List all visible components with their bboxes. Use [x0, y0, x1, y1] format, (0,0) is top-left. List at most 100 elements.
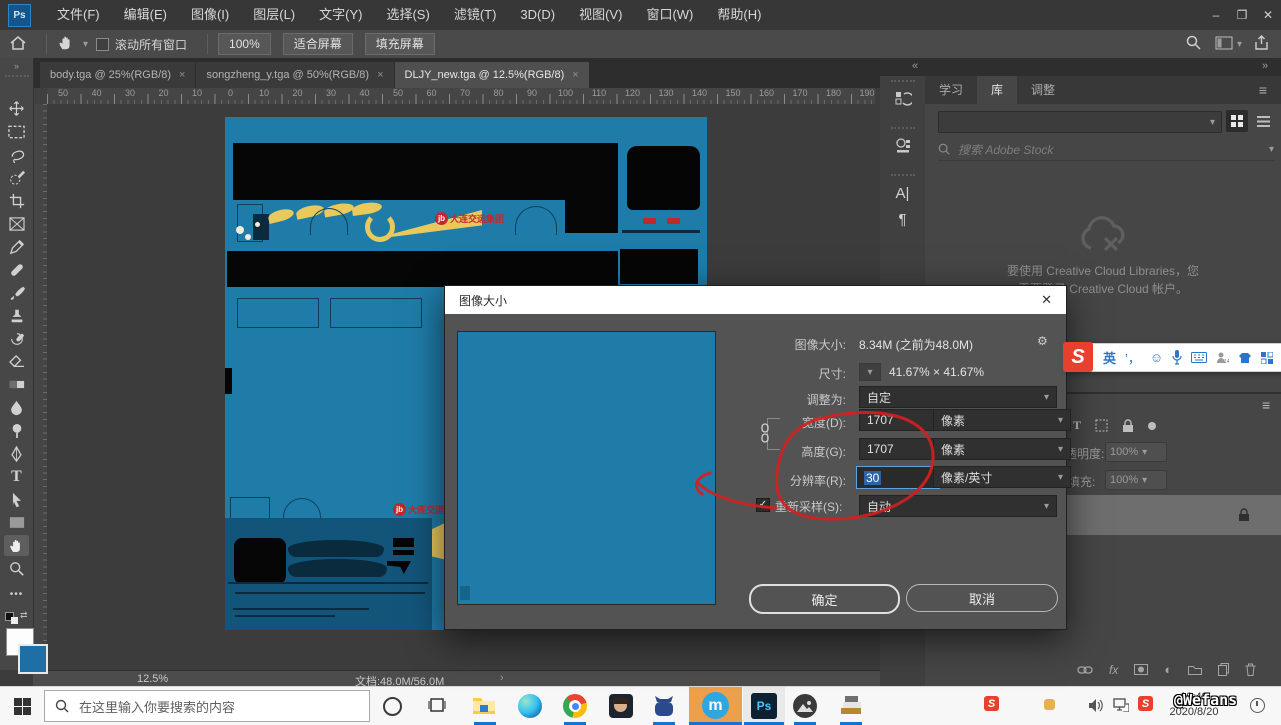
tab-libraries[interactable]: 库 — [977, 76, 1017, 104]
link-layers-icon[interactable] — [1077, 665, 1093, 675]
expand-panels-icon[interactable]: » — [1262, 60, 1268, 72]
dimensions-chevron-icon[interactable]: ▾ — [859, 363, 881, 381]
home-icon[interactable] — [10, 36, 26, 53]
lock-text-icon[interactable]: T — [1073, 418, 1081, 433]
history-panel-icon[interactable] — [880, 88, 925, 113]
library-select[interactable]: ▾ — [938, 111, 1222, 133]
photoshop-task-highlight[interactable]: Ps — [743, 687, 785, 725]
ime-toolbox-icon[interactable]: 14 — [1216, 351, 1229, 364]
new-layer-icon[interactable] — [1218, 663, 1229, 676]
spot-healing-brush-tool[interactable] — [4, 259, 29, 280]
hand-tool-icon[interactable] — [57, 35, 75, 54]
minimize-button[interactable]: – — [1203, 4, 1229, 26]
hand-options-chevron-icon[interactable]: ▾ — [83, 39, 88, 50]
toolbar-collapse-icon[interactable]: » — [0, 58, 33, 71]
fit-to-select[interactable]: 自定▾ — [859, 386, 1057, 408]
menu-item[interactable]: 滤镜(T) — [442, 0, 509, 30]
tab-songzheng-tga[interactable]: songzheng_y.tga @ 50%(RGB/8)× — [196, 62, 393, 88]
tab-close-icon[interactable]: × — [377, 69, 383, 81]
swap-colors-icon[interactable]: ⇄ — [20, 610, 28, 621]
list-view-button[interactable] — [1252, 110, 1274, 132]
notification-icon[interactable] — [1250, 698, 1265, 713]
character-panel-icon[interactable]: A| — [880, 182, 925, 205]
marquee-tool[interactable] — [4, 121, 29, 142]
lasso-tool[interactable] — [4, 144, 29, 165]
resolution-unit-select[interactable]: 像素/英寸▾ — [933, 466, 1071, 488]
status-chevron-icon[interactable]: › — [500, 672, 504, 684]
tab-body-tga[interactable]: body.tga @ 25%(RGB/8)× — [40, 62, 195, 88]
image-preview[interactable] — [457, 331, 716, 605]
menu-item[interactable]: 文字(Y) — [307, 0, 374, 30]
layer-style-icon[interactable]: fx — [1109, 663, 1118, 677]
hand-tool[interactable] — [4, 535, 29, 556]
adjustment-layer-icon[interactable]: ◐ — [1164, 662, 1172, 677]
lock-dot-icon[interactable] — [1148, 422, 1156, 430]
game-app-icon[interactable] — [609, 694, 633, 718]
dialog-close-icon[interactable]: ✕ — [1041, 292, 1052, 308]
default-colors-icon[interactable] — [5, 610, 18, 624]
network-icon[interactable] — [1113, 698, 1129, 715]
lock-all-icon[interactable] — [1122, 419, 1134, 433]
tab-close-icon[interactable]: × — [572, 69, 578, 81]
share-icon[interactable] — [1254, 35, 1269, 54]
edge-icon[interactable] — [518, 694, 542, 718]
width-unit-select[interactable]: 像素▾ — [933, 409, 1071, 431]
eraser-tool[interactable] — [4, 351, 29, 372]
restore-button[interactable]: ❐ — [1229, 4, 1255, 26]
ime-emoji-icon[interactable]: ☺ — [1150, 350, 1163, 365]
fill-combo[interactable]: 100%▾ — [1105, 470, 1167, 490]
zoom-tool[interactable] — [4, 558, 29, 579]
menu-item[interactable]: 选择(S) — [374, 0, 441, 30]
sogou-tray-icon[interactable]: S — [984, 696, 999, 711]
dialog-gear-icon[interactable]: ⚙ — [1037, 334, 1048, 348]
tab-learn[interactable]: 学习 — [925, 76, 977, 104]
photos-app-icon[interactable] — [793, 694, 817, 718]
ime-mic-icon[interactable] — [1172, 350, 1182, 365]
ime-language-toggle[interactable]: 英 — [1103, 348, 1116, 367]
search-icon[interactable] — [1186, 35, 1201, 53]
tab-close-icon[interactable]: × — [179, 69, 185, 81]
background-color-swatch[interactable] — [18, 644, 48, 674]
collapse-panels-icon[interactable]: « — [912, 60, 918, 72]
blur-tool[interactable] — [4, 397, 29, 418]
dialog-title-bar[interactable]: 图像大小 ✕ — [445, 286, 1066, 314]
height-input[interactable]: 1707 — [859, 438, 939, 460]
eyedropper-tool[interactable] — [4, 236, 29, 257]
tab-dljy-new-tga[interactable]: DLJY_new.tga @ 12.5%(RGB/8)× — [395, 62, 589, 88]
ime-punctuation-icon[interactable]: ’， — [1125, 348, 1141, 367]
layers-menu-icon[interactable]: ≡ — [1262, 397, 1270, 413]
menu-item[interactable]: 帮助(H) — [705, 0, 773, 30]
fill-screen-button[interactable]: 填充屏幕 — [365, 33, 435, 55]
layer-mask-icon[interactable] — [1134, 664, 1148, 675]
taskbar-search-box[interactable]: 在这里输入你要搜索的内容 — [44, 690, 370, 722]
task-view-button[interactable] — [428, 697, 446, 716]
active-app-highlight[interactable]: m — [689, 687, 742, 725]
menu-item[interactable]: 3D(D) — [508, 0, 567, 30]
cancel-button[interactable]: 取消 — [906, 584, 1058, 612]
move-tool[interactable] — [4, 98, 29, 119]
ok-button[interactable]: 确定 — [749, 584, 900, 614]
path-selection-tool[interactable] — [4, 489, 29, 510]
pen-tool[interactable] — [4, 443, 29, 464]
edit-toolbar-icon[interactable]: ••• — [4, 584, 29, 605]
grid-view-button[interactable] — [1226, 110, 1248, 132]
gradient-tool[interactable] — [4, 374, 29, 395]
ime-keyboard-icon[interactable] — [1191, 352, 1207, 363]
menu-item[interactable]: 窗口(W) — [634, 0, 705, 30]
history-brush-tool[interactable] — [4, 328, 29, 349]
resample-checkbox[interactable]: ✓ — [756, 498, 770, 512]
rectangle-tool[interactable] — [4, 512, 29, 533]
menu-item[interactable]: 图层(L) — [241, 0, 307, 30]
menu-item[interactable]: 视图(V) — [567, 0, 634, 30]
width-input[interactable]: 1707 — [859, 409, 939, 431]
workspace-chevron-icon[interactable]: ▾ — [1237, 39, 1242, 50]
cat-app-icon[interactable] — [652, 695, 676, 720]
close-button[interactable]: ✕ — [1255, 4, 1281, 26]
quick-selection-tool[interactable] — [4, 167, 29, 188]
docs-app-icon[interactable] — [838, 694, 864, 721]
lock-position-icon[interactable] — [1095, 419, 1108, 432]
brush-tool[interactable] — [4, 282, 29, 303]
paragraph-panel-icon[interactable]: ¶ — [880, 205, 925, 234]
tray-app-icon[interactable] — [1044, 699, 1055, 710]
crop-tool[interactable] — [4, 190, 29, 211]
